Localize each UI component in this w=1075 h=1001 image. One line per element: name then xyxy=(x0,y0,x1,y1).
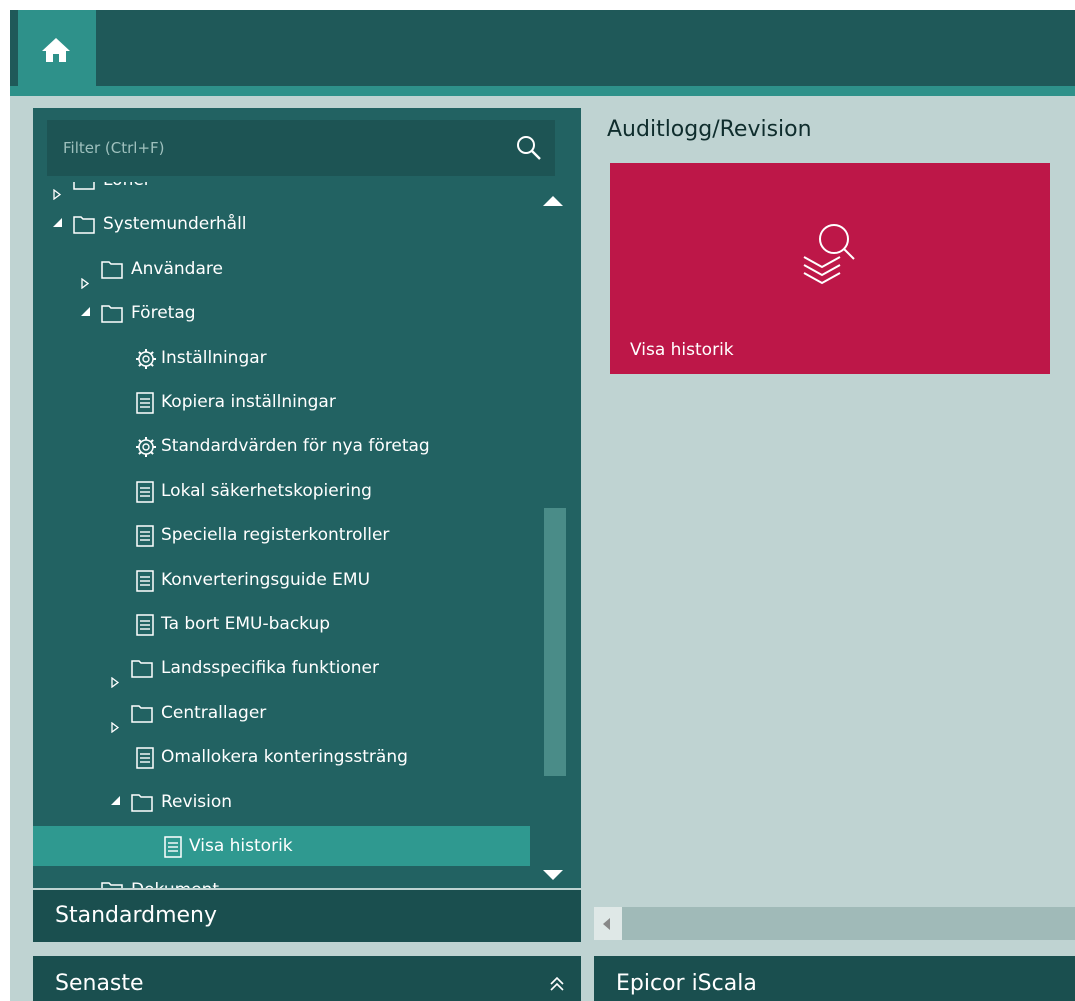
folder-icon xyxy=(73,182,95,190)
tree-item-label: Standardvärden för nya företag xyxy=(161,436,430,457)
tree-item[interactable]: Dokument xyxy=(33,870,530,888)
app-window: Löner Systemunderhåll Användare Företag Inst… xyxy=(10,10,1075,1001)
standard-menu-header[interactable]: Standardmeny xyxy=(33,890,581,942)
tree-item[interactable]: Kopiera inställningar xyxy=(33,382,530,422)
tree-item[interactable]: Användare xyxy=(33,249,530,290)
folder-icon xyxy=(101,261,123,279)
tree-item[interactable]: Centrallager xyxy=(33,693,530,734)
tree-item[interactable]: Omallokera konteringssträng xyxy=(33,737,530,777)
tree-item[interactable]: Lokal säkerhetskopiering xyxy=(33,471,530,511)
tree-item[interactable]: Företag xyxy=(33,293,530,333)
content-title: Auditlogg/Revision xyxy=(607,117,812,142)
tree-item[interactable]: Löner xyxy=(33,182,530,201)
tree-item-label: Speciella registerkontroller xyxy=(161,525,390,546)
document-icon xyxy=(136,392,154,414)
folder-icon xyxy=(131,793,153,812)
home-tab[interactable] xyxy=(18,10,96,86)
tree-item-label: Dokument xyxy=(131,870,219,888)
recent-label: Senaste xyxy=(55,971,144,996)
folder-icon xyxy=(101,305,123,323)
home-icon xyxy=(42,38,70,62)
search-icon[interactable] xyxy=(515,134,543,162)
tree-item-label: Revision xyxy=(161,791,233,812)
expanded-arrow-icon[interactable] xyxy=(111,795,120,805)
double-chevron-up-icon[interactable] xyxy=(549,976,565,992)
collapsed-arrow-icon[interactable] xyxy=(81,885,88,888)
tree-item[interactable]: Revision xyxy=(33,782,530,822)
app-name: Epicor iScala xyxy=(616,971,757,996)
tree-item-label: Landsspecifika funktioner xyxy=(161,658,379,679)
expanded-arrow-icon[interactable] xyxy=(53,218,62,228)
tree-item[interactable]: Inställningar xyxy=(33,338,530,378)
document-icon xyxy=(136,525,154,547)
tree-item[interactable]: Landsspecifika funktioner xyxy=(33,648,530,689)
scrollbar-thumb[interactable] xyxy=(544,508,566,776)
tile-label: Visa historik xyxy=(630,340,734,360)
folder-icon xyxy=(73,216,95,235)
standard-menu-label: Standardmeny xyxy=(55,903,218,928)
tree-item-label: Visa historik xyxy=(189,836,293,856)
tree-item-label: Inställningar xyxy=(161,347,267,368)
tree-item[interactable]: Standardvärden för nya företag xyxy=(33,426,530,466)
tree-item[interactable]: Systemunderhåll xyxy=(33,204,530,244)
tree-item-label: Omallokera konteringssträng xyxy=(161,747,408,768)
collapsed-arrow-icon[interactable] xyxy=(111,663,120,689)
scroll-left-arrow[interactable] xyxy=(594,907,622,940)
tree-item-label: Lokal säkerhetskopiering xyxy=(161,480,372,501)
scroll-up-arrow[interactable] xyxy=(543,196,563,206)
gear-icon xyxy=(136,348,156,369)
search-layers-icon xyxy=(803,224,855,285)
document-icon xyxy=(136,569,154,592)
document-icon xyxy=(164,836,182,858)
tree-item-label: Konverteringsguide EMU xyxy=(161,569,371,590)
document-icon xyxy=(136,747,154,769)
collapsed-arrow-icon[interactable] xyxy=(111,708,120,734)
document-icon xyxy=(136,614,154,636)
folder-icon xyxy=(131,660,153,679)
filter-box xyxy=(47,120,555,176)
horizontal-scrollbar[interactable] xyxy=(594,907,1075,940)
top-accent-strip xyxy=(10,86,1075,96)
tree-item[interactable]: Ta bort EMU-backup xyxy=(33,604,530,644)
tree-item[interactable]: Visa historik xyxy=(33,826,530,866)
tree-item-label: Löner xyxy=(103,182,151,200)
folder-icon xyxy=(101,882,123,888)
tree-item-label: Kopiera inställningar xyxy=(161,392,336,412)
document-icon xyxy=(136,481,154,503)
scroll-down-arrow[interactable] xyxy=(543,870,563,880)
navigation-panel: Löner Systemunderhåll Användare Företag Inst… xyxy=(33,108,581,888)
collapsed-arrow-icon[interactable] xyxy=(81,264,90,290)
gear-icon xyxy=(136,437,156,458)
app-name-bar: Epicor iScala xyxy=(594,956,1075,1001)
expanded-arrow-icon[interactable] xyxy=(81,307,90,317)
visa-historik-tile[interactable]: Visa historik xyxy=(610,163,1050,374)
tree-item-label: Användare xyxy=(131,258,223,279)
tree-item-label: Företag xyxy=(131,303,196,324)
top-bar xyxy=(10,10,1075,86)
folder-icon xyxy=(131,705,153,723)
tree-item-label: Centrallager xyxy=(161,702,267,723)
navigation-tree: Löner Systemunderhåll Användare Företag Inst… xyxy=(33,182,581,888)
filter-input[interactable] xyxy=(47,120,503,176)
collapsed-arrow-icon[interactable] xyxy=(53,182,62,201)
tree-item[interactable]: Konverteringsguide EMU xyxy=(33,560,530,600)
tree-item-label: Ta bort EMU-backup xyxy=(161,614,331,634)
tree-item-label: Systemunderhåll xyxy=(103,214,247,235)
tree-item[interactable]: Speciella registerkontroller xyxy=(33,515,530,555)
recent-panel-header[interactable]: Senaste xyxy=(33,956,581,1001)
